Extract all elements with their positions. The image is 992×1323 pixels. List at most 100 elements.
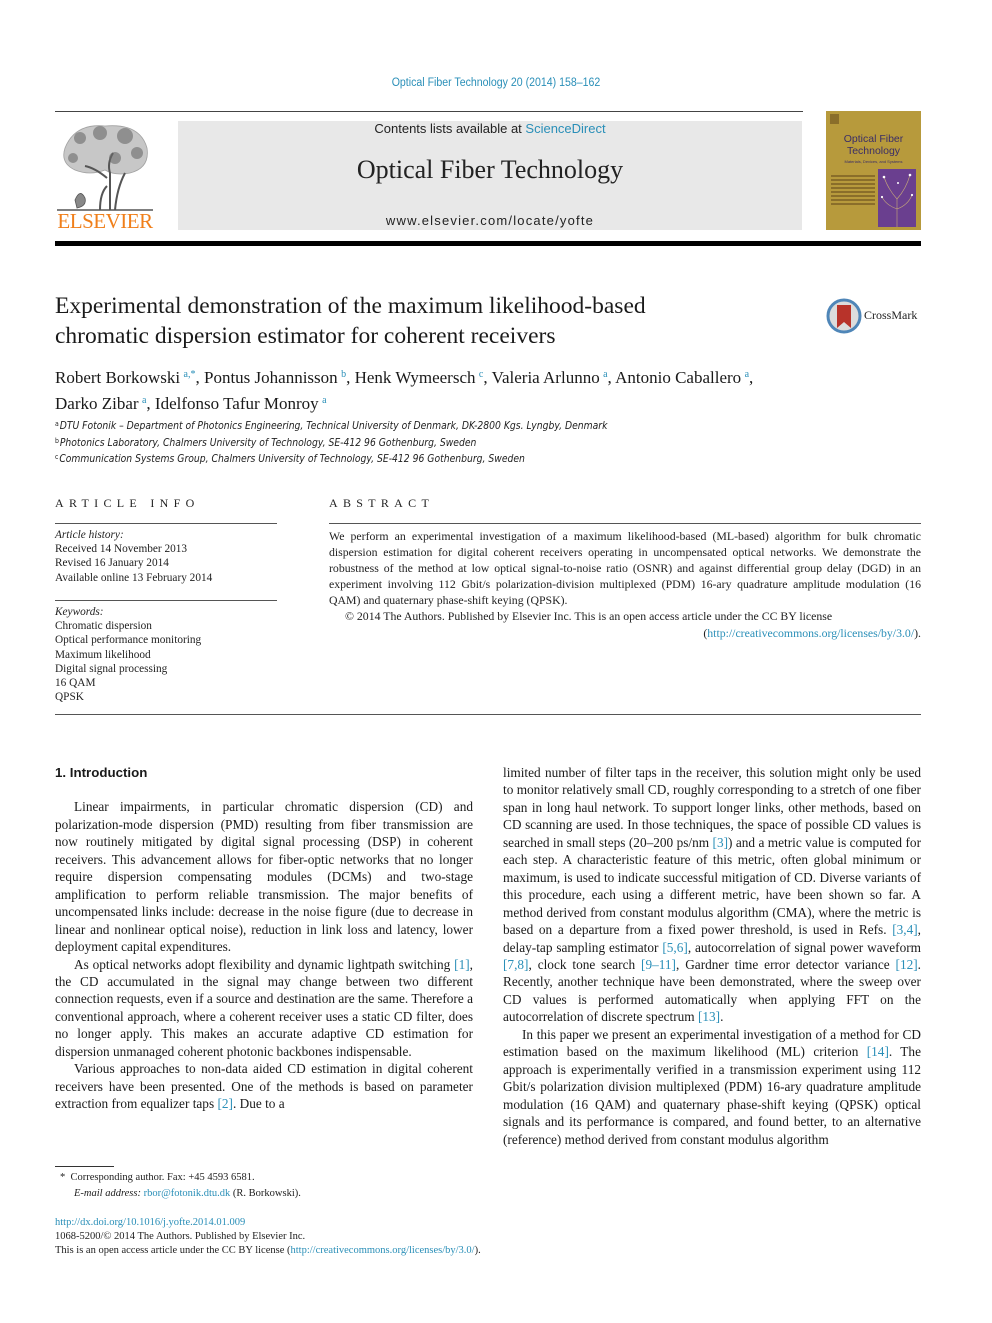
journal-reference[interactable]: Optical Fiber Technology 20 (2014) 158–1…	[40, 77, 953, 89]
keyword: Digital signal processing	[55, 662, 168, 675]
article-history: Article history: Received 14 November 20…	[55, 528, 277, 585]
footnote-divider	[55, 1166, 114, 1167]
keyword: Optical performance monitoring	[55, 634, 202, 647]
paragraph: limited number of filter taps in the rec…	[503, 764, 921, 1026]
author-affiliation-marker[interactable]: a	[142, 395, 146, 406]
body-divider	[55, 714, 921, 715]
author[interactable]: Robert Borkowski a,*	[55, 368, 196, 387]
citation-link[interactable]: [5,6]	[662, 940, 687, 955]
journal-cover-image[interactable]: Optical Fiber Technology Materials, Devi…	[826, 111, 921, 230]
author-name: Darko Zibar	[55, 394, 139, 413]
body-column-right: limited number of filter taps in the rec…	[503, 764, 921, 1148]
article-info-heading: ARTICLE INFO	[55, 496, 200, 510]
affiliation-key: c	[55, 453, 59, 461]
keywords-divider	[55, 600, 277, 601]
crossmark-button[interactable]: CrossMark	[826, 298, 926, 334]
citation-link[interactable]: [3,4]	[892, 922, 917, 937]
abstract-divider	[329, 523, 921, 524]
author-name: Valeria Arlunno	[491, 368, 600, 387]
author-name: Pontus Johannisson	[204, 368, 338, 387]
author-affiliation-marker[interactable]: a	[745, 369, 749, 380]
text: .	[720, 1009, 724, 1025]
citation-link[interactable]: [14]	[867, 1044, 889, 1059]
journal-url[interactable]: www.elsevier.com/locate/yofte	[178, 213, 802, 228]
affiliations: a DTU Fotonik – Department of Photonics …	[55, 417, 671, 467]
abstract-license-link-line: (http://creativecommons.org/licenses/by/…	[703, 625, 921, 640]
text: ).	[474, 1245, 481, 1257]
citation-link[interactable]: [2]	[217, 1096, 233, 1111]
corresponding-text: Corresponding author. Fax: +45 4593 6581…	[70, 1172, 255, 1183]
doi-link[interactable]: http://dx.doi.org/10.1016/j.yofte.2014.0…	[55, 1217, 245, 1228]
citation-link[interactable]: [7,8]	[503, 957, 528, 972]
article-info-divider	[55, 523, 277, 524]
cover-artwork	[878, 169, 916, 227]
journal-masthead: Contents lists available at ScienceDirec…	[178, 121, 802, 230]
paragraph: Linear impairments, in particular chroma…	[55, 799, 473, 955]
citation-link[interactable]: [13]	[698, 1009, 720, 1024]
author-affiliation-marker[interactable]: a,*	[184, 369, 196, 380]
author[interactable]: Darko Zibar a	[55, 394, 146, 413]
top-divider	[55, 111, 803, 112]
author[interactable]: Idelfonso Tafur Monroy a	[155, 394, 327, 413]
footnote: * Corresponding author. Fax: +45 4593 65…	[60, 1170, 480, 1202]
text: This is an open access article under the…	[55, 1245, 291, 1257]
cover-contents-lines	[831, 175, 875, 207]
author-affiliation-marker[interactable]: a	[603, 369, 607, 380]
article-title-line2: chromatic dispersion estimator for coher…	[55, 323, 556, 349]
body-column-left: 1. Introduction Linear impairments, in p…	[55, 764, 473, 1113]
elsevier-wordmark: ELSEVIER	[57, 209, 153, 233]
citation-link[interactable]: [9–11]	[641, 957, 676, 972]
abstract-heading: ABSTRACT	[329, 496, 435, 510]
paragraph: Various approaches to non-data aided CD …	[55, 1060, 473, 1112]
citation-link[interactable]: [1]	[454, 957, 470, 972]
cover-subtitle: Materials, Devices, and Systems	[844, 159, 903, 164]
text: . Due to a	[232, 1096, 285, 1112]
citation-link[interactable]: [3]	[713, 835, 729, 850]
author[interactable]: Valeria Arlunno a	[492, 368, 608, 387]
keyword: 16 QAM	[55, 677, 96, 690]
issn-line: 1068-5200/© 2014 The Authors. Published …	[55, 1231, 306, 1243]
keyword: Maximum likelihood	[55, 648, 151, 661]
header-thick-divider	[55, 241, 921, 246]
affiliation-text: DTU Fotonik – Department of Photonics En…	[59, 420, 608, 432]
email-link[interactable]: rbor@fotonik.dtu.dk	[144, 1188, 231, 1199]
author-affiliation-marker[interactable]: a	[322, 395, 326, 406]
open-access-line: This is an open access article under the…	[55, 1244, 655, 1258]
author[interactable]: Antonio Caballero a	[615, 368, 749, 387]
article-title: Experimental demonstration of the maximu…	[55, 291, 795, 351]
text: In this paper we present an experimental…	[503, 1026, 921, 1060]
author-affiliation-marker[interactable]: c	[479, 369, 483, 380]
author[interactable]: Henk Wymeersch c	[355, 368, 484, 387]
text: , clock tone search	[528, 956, 642, 972]
author-affiliation-marker[interactable]: b	[341, 369, 346, 380]
cover-fiber-icon	[880, 173, 914, 227]
publication-info: http://dx.doi.org/10.1016/j.yofte.2014.0…	[55, 1216, 655, 1259]
paragraph: As optical networks adopt flexibility an…	[55, 956, 473, 1061]
affiliation-text: Photonics Laboratory, Chalmers Universit…	[59, 436, 477, 449]
affiliation: a DTU Fotonik – Department of Photonics …	[55, 417, 671, 434]
sciencedirect-link[interactable]: ScienceDirect	[525, 121, 605, 136]
elsevier-logo[interactable]: ELSEVIER	[55, 118, 155, 234]
license-link[interactable]: http://creativecommons.org/licenses/by/3…	[291, 1245, 475, 1256]
cover-publisher-icon	[830, 114, 839, 124]
affiliation-text: Communication Systems Group, Chalmers Un…	[59, 453, 525, 465]
text: As optical networks adopt flexibility an…	[74, 956, 455, 972]
elsevier-tree-icon	[57, 125, 153, 211]
license-link[interactable]: http://creativecommons.org/licenses/by/3…	[707, 626, 914, 640]
abstract: We perform an experimental investigation…	[329, 528, 921, 641]
keywords: Keywords: Chromatic dispersion Optical p…	[55, 605, 277, 704]
journal-title: Optical Fiber Technology	[356, 155, 624, 184]
corresponding-author-note: * Corresponding author. Fax: +45 4593 65…	[60, 1170, 480, 1186]
cover-title: Optical Fiber Technology	[826, 133, 921, 157]
keyword: QPSK	[55, 691, 84, 704]
text: , Gardner time error detector variance	[675, 956, 896, 972]
author[interactable]: Pontus Johannisson b	[204, 368, 346, 387]
crossmark-icon	[826, 298, 862, 334]
author-name: Henk Wymeersch	[354, 368, 476, 387]
crossmark-label: CrossMark	[864, 308, 918, 322]
cover-title-line1: Optical Fiber	[843, 133, 904, 145]
citation-link[interactable]: [12]	[896, 957, 918, 972]
contents-prefix: Contents lists available at	[374, 121, 526, 136]
author-name: Antonio Caballero	[615, 368, 742, 387]
history-item: Revised 16 January 2014	[55, 557, 169, 570]
